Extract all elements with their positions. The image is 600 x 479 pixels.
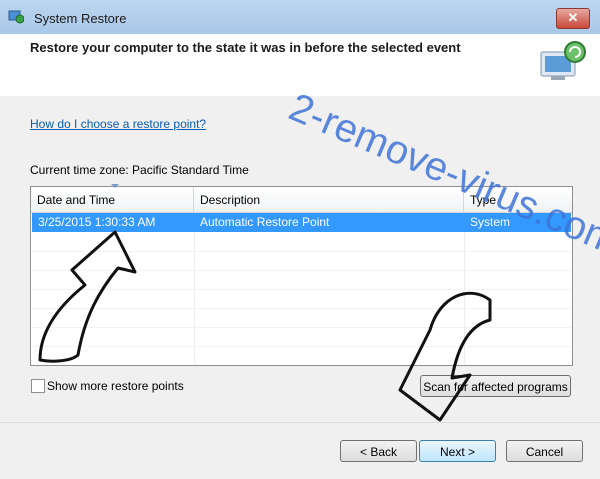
down-arrow-icon: [398, 291, 492, 422]
arrow-annotations: [38, 230, 492, 422]
up-arrow-icon: [38, 230, 137, 363]
